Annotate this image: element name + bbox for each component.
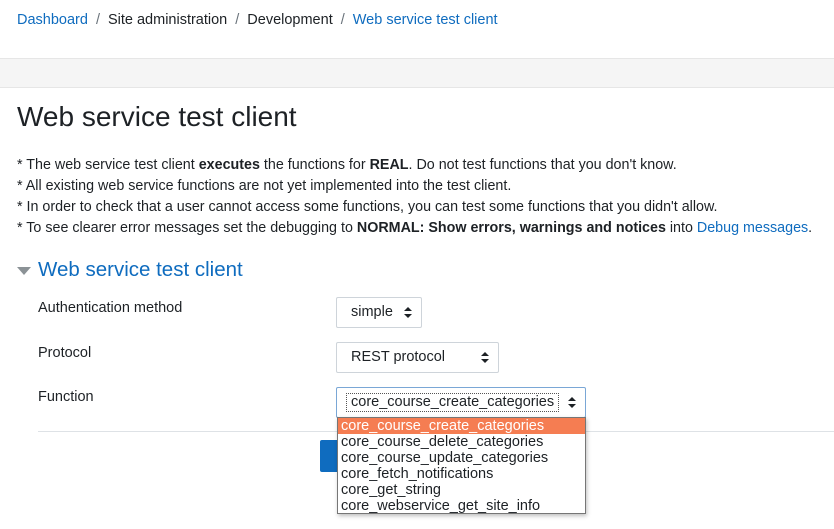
- function-option[interactable]: core_fetch_notifications: [338, 466, 585, 482]
- breadcrumb-separator: /: [340, 12, 345, 28]
- instruction-line-4: * To see clearer error messages set the …: [17, 220, 813, 236]
- debug-messages-link[interactable]: Debug messages: [697, 220, 808, 236]
- function-dropdown-list[interactable]: core_course_create_categories core_cours…: [337, 417, 586, 514]
- breadcrumb-web-service-test-client[interactable]: Web service test client: [353, 12, 498, 28]
- function-label: Function: [38, 389, 94, 405]
- function-select[interactable]: core_course_create_categories: [336, 387, 586, 418]
- instruction-line-2: * All existing web service functions are…: [17, 178, 512, 194]
- auth-method-select[interactable]: simple: [336, 297, 422, 328]
- breadcrumb-development: Development: [247, 12, 333, 28]
- protocol-label: Protocol: [38, 345, 92, 361]
- fieldset-title[interactable]: Web service test client: [38, 258, 243, 282]
- protocol-select[interactable]: REST protocol: [336, 342, 499, 373]
- auth-method-label: Authentication method: [38, 300, 183, 316]
- auth-method-value: simple: [351, 304, 393, 320]
- breadcrumb-dashboard[interactable]: Dashboard: [17, 12, 88, 28]
- updown-arrows-icon: [568, 388, 576, 417]
- breadcrumb-site-administration: Site administration: [107, 12, 228, 28]
- page-header-band: [0, 58, 834, 88]
- updown-arrows-icon: [481, 343, 489, 372]
- breadcrumb-separator: /: [95, 12, 100, 28]
- instruction-line-1: * The web service test client executes t…: [17, 157, 677, 173]
- instructions: * The web service test client executes t…: [17, 155, 832, 239]
- function-option[interactable]: core_course_update_categories: [338, 450, 585, 466]
- function-value: core_course_create_categories: [346, 393, 560, 412]
- instruction-line-3: * In order to check that a user cannot a…: [17, 199, 718, 215]
- function-option[interactable]: core_webservice_get_site_info: [338, 498, 585, 514]
- breadcrumb-separator: /: [235, 12, 240, 28]
- function-option[interactable]: core_course_create_categories: [338, 418, 585, 434]
- protocol-value: REST protocol: [351, 349, 446, 365]
- breadcrumb: Dashboard / Site administration / Develo…: [17, 10, 498, 30]
- updown-arrows-icon: [404, 298, 412, 327]
- function-option[interactable]: core_course_delete_categories: [338, 434, 585, 450]
- fieldset-legend[interactable]: Web service test client: [17, 257, 243, 283]
- page-title: Web service test client: [17, 101, 297, 132]
- function-option[interactable]: core_get_string: [338, 482, 585, 498]
- caret-down-icon[interactable]: [17, 267, 31, 275]
- execute-button[interactable]: [320, 440, 338, 472]
